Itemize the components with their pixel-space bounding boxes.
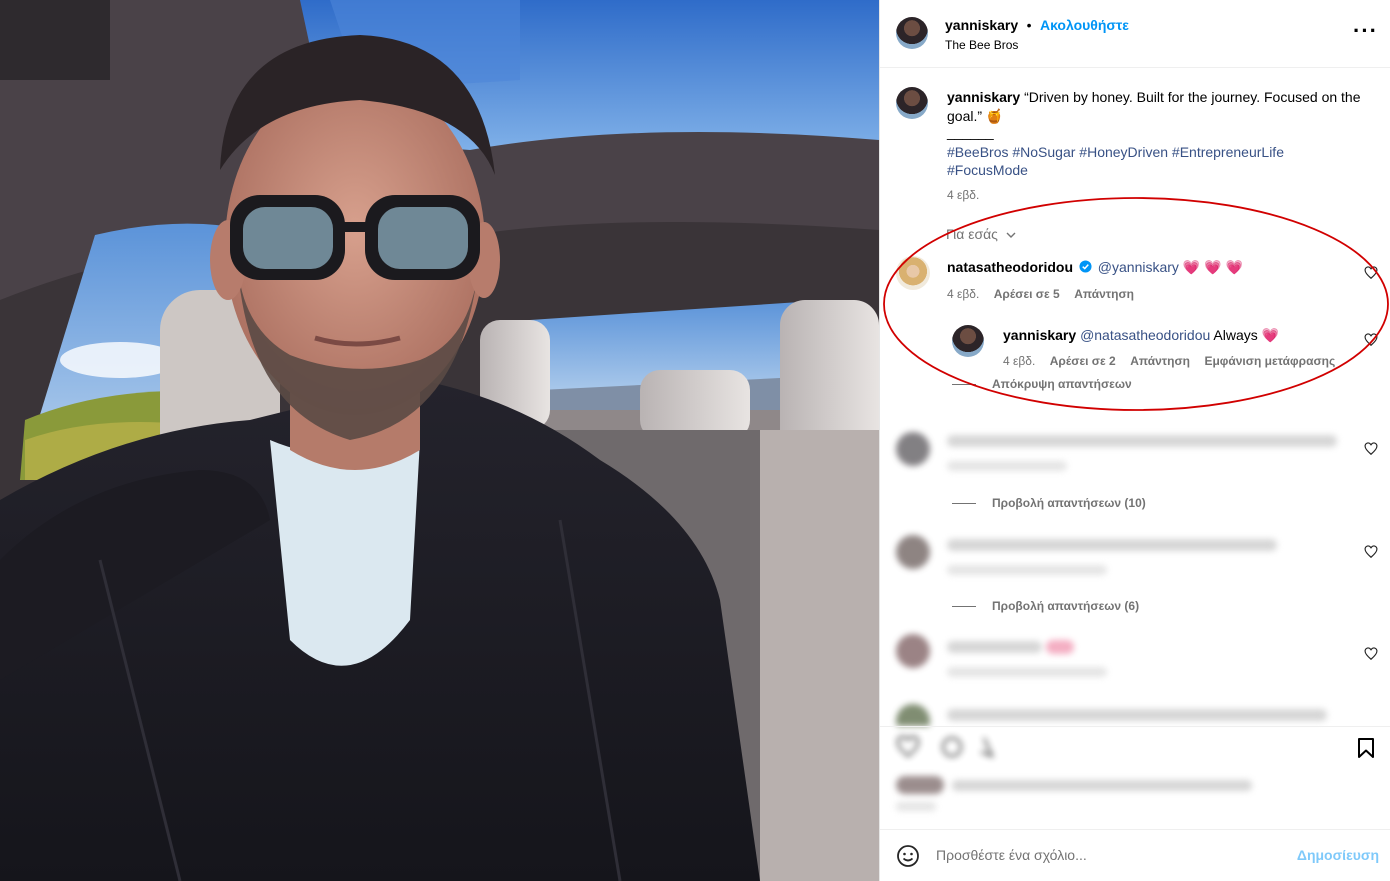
action-icons-blurred xyxy=(896,735,996,759)
caption-username[interactable]: yanniskary xyxy=(947,89,1020,105)
comment-username[interactable]: natasatheodoridou xyxy=(947,259,1073,275)
header-title-row: yanniskary • Ακολουθήστε xyxy=(945,17,1129,35)
reply-text: Always 💗 xyxy=(1213,327,1280,343)
post-actions-bar xyxy=(880,726,1390,766)
for-you-filter[interactable]: Για εσάς xyxy=(946,226,1017,242)
caption-time[interactable]: 4 εβδ. xyxy=(947,188,979,202)
caption-hashtags-1[interactable]: #BeeBros #NoSugar #HoneyDriven #Entrepre… xyxy=(947,143,1284,162)
reply-likes[interactable]: Αρέσει σε 2 xyxy=(1050,354,1116,368)
comment-like-icon[interactable] xyxy=(1364,442,1378,456)
likes-summary xyxy=(880,770,1390,830)
view-replies-button[interactable]: Προβολή απαντήσεων (10) xyxy=(992,496,1146,510)
author-avatar[interactable] xyxy=(896,17,928,49)
selfie-in-car-image xyxy=(0,0,879,881)
reply-username[interactable]: yanniskary xyxy=(1003,327,1076,343)
caption-hashtags-2[interactable]: #FocusMode xyxy=(947,161,1028,180)
comment-avatar[interactable] xyxy=(896,256,930,290)
caption-text-block: yanniskary “Driven by honey. Built for t… xyxy=(947,88,1367,125)
caption-avatar[interactable] xyxy=(896,87,928,119)
reply-body: yanniskary @natasatheodoridou Always 💗 xyxy=(1003,326,1279,345)
reply-avatar[interactable] xyxy=(952,325,984,357)
comment-meta: 4 εβδ. Αρέσει σε 5 Απάντηση xyxy=(947,285,1134,303)
comment-composer: Δημοσίευση xyxy=(880,830,1390,881)
reply-time[interactable]: 4 εβδ. xyxy=(1003,354,1035,368)
comment-like-icon[interactable] xyxy=(1364,647,1378,661)
for-you-label: Για εσάς xyxy=(946,226,998,242)
author-username[interactable]: yanniskary xyxy=(945,17,1018,33)
reply-translate-button[interactable]: Εμφάνιση μετάφρασης xyxy=(1204,354,1335,368)
reply-mention[interactable]: @natasatheodoridou xyxy=(1080,327,1210,343)
comment-like-icon[interactable] xyxy=(1364,266,1378,280)
follow-button[interactable]: Ακολουθήστε xyxy=(1040,17,1129,33)
reply-like-icon[interactable] xyxy=(1364,333,1378,347)
post-detail-panel: yanniskary • Ακολουθήστε The Bee Bros ··… xyxy=(879,0,1390,881)
comment-body: natasatheodoridou @yanniskary 💗 💗 💗 xyxy=(947,258,1243,277)
comment-mention[interactable]: @yanniskary xyxy=(1098,259,1179,275)
reply-meta: 4 εβδ. Αρέσει σε 2 Απάντηση Εμφάνιση μετ… xyxy=(1003,352,1335,370)
comment-time[interactable]: 4 εβδ. xyxy=(947,287,979,301)
more-options-icon[interactable]: ··· xyxy=(1353,20,1378,42)
verified-badge-icon xyxy=(1079,260,1092,273)
comment-input[interactable] xyxy=(936,844,1276,866)
caption-separator-line: ______ xyxy=(947,124,994,140)
blurred-comment xyxy=(880,700,1390,726)
hide-replies-line xyxy=(952,384,976,385)
save-bookmark-icon[interactable] xyxy=(1356,737,1376,759)
chevron-down-icon xyxy=(1006,232,1016,239)
emoji-icon[interactable] xyxy=(896,844,920,868)
comment-text: 💗 💗 💗 xyxy=(1182,259,1243,275)
post-header: yanniskary • Ακολουθήστε The Bee Bros ··… xyxy=(880,0,1390,68)
reply-reply-button[interactable]: Απάντηση xyxy=(1130,354,1190,368)
post-comment-button[interactable]: Δημοσίευση xyxy=(1297,847,1379,863)
comment-reply-button[interactable]: Απάντηση xyxy=(1074,287,1134,301)
view-replies-button[interactable]: Προβολή απαντήσεων (6) xyxy=(992,599,1139,613)
hide-replies-button[interactable]: Απόκρυψη απαντήσεων xyxy=(992,377,1132,391)
header-subtitle: The Bee Bros xyxy=(945,38,1019,52)
view-replies-line xyxy=(952,606,976,607)
comment-likes[interactable]: Αρέσει σε 5 xyxy=(994,287,1060,301)
post-photo[interactable] xyxy=(0,0,879,881)
view-replies-line xyxy=(952,503,976,504)
comment-like-icon[interactable] xyxy=(1364,545,1378,559)
header-separator: • xyxy=(1026,17,1032,33)
